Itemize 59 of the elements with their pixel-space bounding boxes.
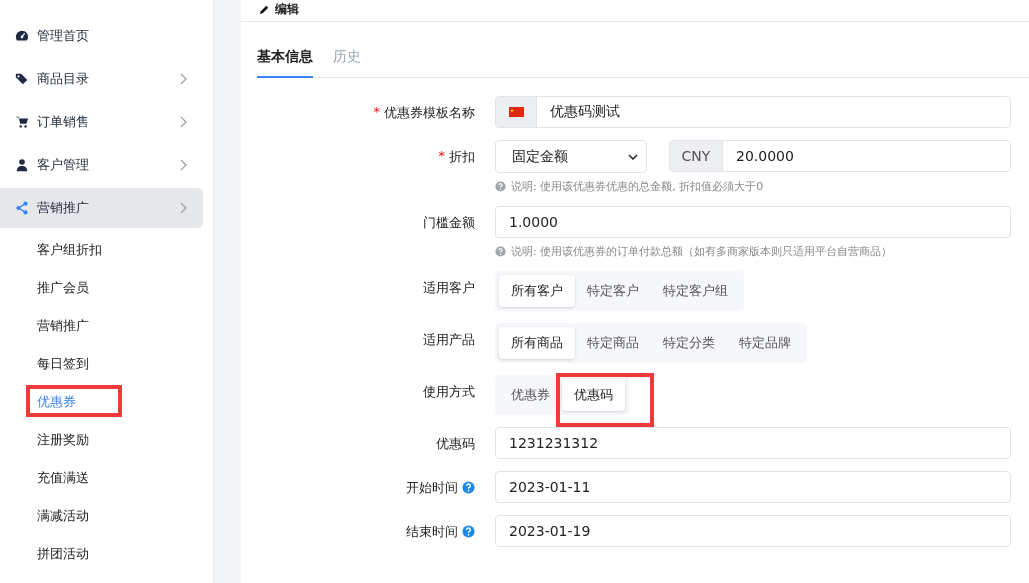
field-label: 开始时间 [406,479,458,497]
discount-type-select[interactable]: 固定金额 [495,140,647,173]
chevron-right-icon [179,73,187,85]
required-asterisk: * [373,104,380,119]
input-field[interactable]: 1231231312 [495,427,1011,459]
pencil-icon [259,4,270,15]
sidebar-subitem[interactable]: 拼团活动 [0,535,213,573]
share-icon [15,201,29,215]
sidebar-subitem[interactable]: 注册奖励 [0,421,213,459]
field-label: 适用客户 [423,279,475,297]
field-label: 优惠券模板名称 [384,104,475,122]
segment-option[interactable]: 优惠码 [562,379,625,411]
header-title: 编辑 [275,3,299,15]
flag-icon [508,107,524,117]
input-field[interactable]: 2023-01-19 [495,515,1011,547]
segment-option[interactable]: 特定品牌 [727,327,803,359]
segment-option[interactable]: 特定客户 [575,275,651,307]
sidebar-subitem[interactable]: 优惠券 [0,383,213,421]
sidebar-item[interactable]: 客户管理 [0,145,203,185]
required-asterisk: * [438,148,445,163]
segment-option[interactable]: 所有商品 [499,327,575,359]
field-label: 结束时间 [406,523,458,541]
sidebar-subitem[interactable]: 客户组折扣 [0,231,213,269]
field-label: 适用产品 [423,331,475,349]
sidebar-item[interactable]: 营销推广 [0,188,203,228]
segment-option[interactable]: 优惠券 [499,379,562,411]
segment-option[interactable]: 特定分类 [651,327,727,359]
segment-option[interactable]: 特定商品 [575,327,651,359]
sidebar-item[interactable]: 管理首页 [0,16,203,56]
sidebar-subitem[interactable]: 营销推广 [0,307,213,345]
field-label: 优惠码 [436,435,475,453]
field-label: 使用方式 [423,383,475,401]
help-text: 说明: 使用该优惠券的订单付款总额（如有多商家版本则只适用平台自营商品） [511,244,893,259]
chevron-right-icon [179,159,187,171]
field-label: 门槛金额 [423,214,475,232]
sidebar-subitem[interactable]: 充值满送 [0,459,213,497]
dashboard-icon [15,29,29,43]
segment-option[interactable]: 所有客户 [499,275,575,307]
sidebar-subitem[interactable]: 满减活动 [0,497,213,535]
chevron-right-icon [179,202,187,214]
sidebar-subitem[interactable]: 推广会员 [0,269,213,307]
field-label: 折扣 [449,148,475,166]
chevron-right-icon [179,116,187,128]
name-field[interactable]: 优惠码测试 [495,96,1011,128]
help-text: 说明: 使用该优惠券优惠的总金额, 折扣值必须大于0 [511,179,764,194]
segment-option[interactable]: 特定客户组 [651,275,740,307]
input-field[interactable]: 1.0000 [495,206,1011,238]
sidebar-subitem[interactable]: 每日签到 [0,345,213,383]
tags-icon [15,72,29,86]
cart-icon [15,115,29,129]
input-field[interactable]: 2023-01-11 [495,471,1011,503]
tab[interactable]: 基本信息 [257,40,313,78]
user-icon [15,158,29,172]
sidebar-item[interactable]: 商品目录 [0,59,203,99]
help-icon [495,246,506,257]
amount-field[interactable]: CNY 20.0000 [669,140,1011,172]
sidebar-item[interactable]: 订单销售 [0,102,203,142]
help-icon [495,181,506,192]
caret-icon [628,153,638,160]
